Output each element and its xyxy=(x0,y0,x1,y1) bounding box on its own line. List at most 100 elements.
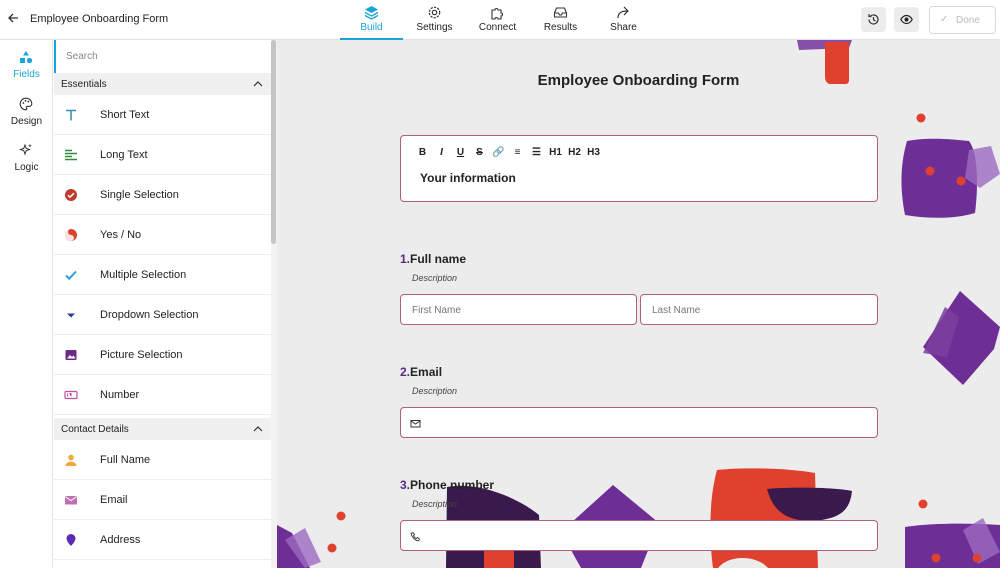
share-arrow-icon xyxy=(616,5,631,20)
question-number: 3. xyxy=(400,478,411,492)
tab-settings[interactable]: Settings xyxy=(403,0,466,40)
field-label: Full Name xyxy=(100,454,151,466)
statement-block[interactable]: B I U S 🔗 ≡ ☰ H1 H2 H3 Your information xyxy=(400,135,878,202)
field-label: Single Selection xyxy=(100,189,179,201)
question-description[interactable]: Description xyxy=(412,499,457,509)
history-icon xyxy=(868,14,879,25)
palette-icon xyxy=(19,97,33,111)
heading1-button[interactable]: H1 xyxy=(546,147,565,158)
check-icon: ✓ xyxy=(940,14,949,25)
text-t-icon xyxy=(66,109,76,121)
email-field[interactable] xyxy=(400,407,878,438)
question-description[interactable]: Description xyxy=(412,273,457,283)
check-circle-icon xyxy=(65,189,77,201)
field-multiple-selection[interactable]: Multiple Selection xyxy=(54,255,271,295)
bullet-list-button[interactable]: ☰ xyxy=(527,147,546,158)
underline-button[interactable]: U xyxy=(451,147,470,158)
field-label: Dropdown Selection xyxy=(100,309,199,321)
preview-button[interactable] xyxy=(894,7,919,32)
question-title[interactable]: 2.Email xyxy=(400,365,442,379)
question-title[interactable]: 3.Phone number xyxy=(400,478,494,492)
ordered-list-button[interactable]: ≡ xyxy=(508,147,527,158)
form-name: Employee Onboarding Form xyxy=(30,13,169,25)
statement-text[interactable]: Your information xyxy=(420,171,516,185)
field-label: Address xyxy=(100,534,141,546)
field-number[interactable]: Number xyxy=(54,375,271,415)
field-long-text[interactable]: Long Text xyxy=(54,135,271,175)
arrow-left-icon[interactable] xyxy=(7,12,21,26)
tab-results-label: Results xyxy=(543,22,578,33)
field-email[interactable]: Email xyxy=(54,480,271,520)
search-input[interactable]: Search xyxy=(54,40,271,73)
last-name-placeholder: Last Name xyxy=(652,305,701,316)
section-title: Contact Details xyxy=(61,424,129,435)
panel-scrollbar-thumb[interactable] xyxy=(271,40,276,244)
form-title[interactable]: Employee Onboarding Form xyxy=(277,72,1000,89)
last-name-field[interactable]: Last Name xyxy=(640,294,878,325)
decorative-shapes xyxy=(277,40,1000,568)
question-email: 2.Email Description xyxy=(400,365,457,396)
field-dropdown-selection[interactable]: Dropdown Selection xyxy=(54,295,271,335)
heading2-button[interactable]: H2 xyxy=(565,147,584,158)
field-full-name[interactable]: Full Name xyxy=(54,440,271,480)
field-picture-selection[interactable]: Picture Selection xyxy=(54,335,271,375)
sparkles-icon xyxy=(19,143,33,157)
left-rail: Fields Design Logic xyxy=(0,40,53,568)
question-number: 2. xyxy=(400,365,411,379)
caret-down-icon xyxy=(67,313,75,318)
bold-button[interactable]: B xyxy=(413,147,432,158)
person-icon xyxy=(65,454,77,466)
rail-item-fields[interactable]: Fields xyxy=(0,44,53,84)
search-placeholder: Search xyxy=(66,51,98,62)
map-pin-icon xyxy=(66,534,76,546)
heading3-button[interactable]: H3 xyxy=(584,147,603,158)
layers-icon xyxy=(364,5,379,20)
tab-share-label: Share xyxy=(610,22,637,33)
tab-share[interactable]: Share xyxy=(592,0,655,40)
question-title-text: Email xyxy=(410,365,443,379)
rail-item-design-label: Design xyxy=(10,116,43,127)
question-number: 1. xyxy=(400,252,411,266)
section-header-essentials[interactable]: Essentials xyxy=(54,73,271,95)
tab-connect-label: Connect xyxy=(478,22,517,33)
italic-button[interactable]: I xyxy=(432,147,451,158)
form-canvas: Employee Onboarding Form B I U S 🔗 ≡ ☰ H… xyxy=(277,40,1000,568)
phone-field[interactable] xyxy=(400,520,878,551)
rail-item-logic[interactable]: Logic xyxy=(0,137,53,177)
chevron-up-icon xyxy=(253,426,263,432)
gear-icon xyxy=(427,5,442,20)
paragraph-lines-icon xyxy=(65,149,77,161)
picture-icon xyxy=(65,350,77,360)
tab-build[interactable]: Build xyxy=(340,0,403,40)
history-button[interactable] xyxy=(861,7,886,32)
field-short-text[interactable]: Short Text xyxy=(54,95,271,135)
first-name-field[interactable]: First Name xyxy=(400,294,637,325)
section-header-contact-details[interactable]: Contact Details xyxy=(54,418,271,440)
main-nav: Build Settings Connect Results Share xyxy=(340,0,655,40)
number-box-icon xyxy=(64,390,78,400)
rail-item-fields-label: Fields xyxy=(13,69,40,80)
field-single-selection[interactable]: Single Selection xyxy=(54,175,271,215)
done-button[interactable]: ✓ Done xyxy=(929,6,996,34)
tab-connect[interactable]: Connect xyxy=(466,0,529,40)
first-name-placeholder: First Name xyxy=(412,305,461,316)
tab-build-label: Build xyxy=(360,22,383,33)
checkmark-icon xyxy=(65,270,77,281)
phone-icon xyxy=(410,531,421,542)
done-button-label: Done xyxy=(956,15,980,26)
question-title-text: Phone number xyxy=(410,478,495,492)
tab-results[interactable]: Results xyxy=(529,0,592,40)
rail-item-design[interactable]: Design xyxy=(0,91,53,131)
strikethrough-button[interactable]: S xyxy=(470,147,489,158)
question-description[interactable]: Description xyxy=(412,386,457,396)
field-label: Yes / No xyxy=(100,229,142,241)
chevron-up-icon xyxy=(253,81,263,87)
field-yes-no[interactable]: Yes / No xyxy=(54,215,271,255)
fields-panel: Search Essentials Short Text Long Text S… xyxy=(54,40,277,568)
shapes-icon xyxy=(19,50,33,64)
section-title: Essentials xyxy=(61,79,107,90)
eye-icon xyxy=(900,14,913,25)
question-title[interactable]: 1.Full name xyxy=(400,252,466,266)
field-address[interactable]: Address xyxy=(54,520,271,560)
link-button[interactable]: 🔗 xyxy=(489,147,508,158)
